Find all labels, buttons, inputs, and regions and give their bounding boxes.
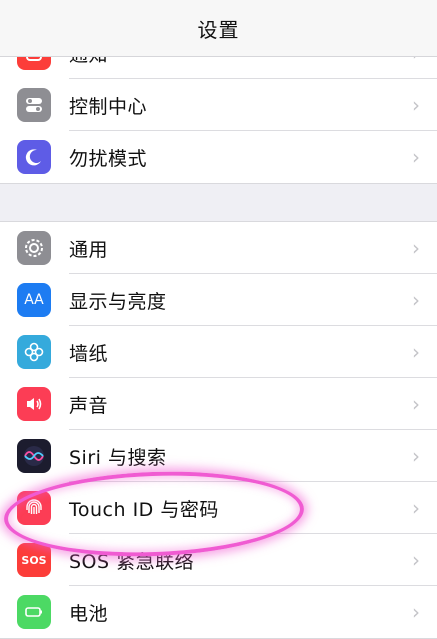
settings-row-touch-id[interactable]: Touch ID 与密码 ›: [0, 482, 437, 534]
chevron-right-icon: ›: [412, 288, 420, 312]
settings-row-control-center[interactable]: 控制中心 ›: [0, 79, 437, 131]
chevron-right-icon: ›: [412, 600, 420, 624]
settings-row-sounds[interactable]: 声音 ›: [0, 378, 437, 430]
gear-icon: [17, 231, 51, 265]
chevron-right-icon: ›: [412, 145, 420, 169]
chevron-right-icon: ›: [412, 236, 420, 260]
row-label: SOS 紧急联络: [69, 550, 195, 573]
settings-row-sos[interactable]: SOS SOS 紧急联络 ›: [0, 534, 437, 586]
page-title: 设置: [197, 17, 240, 42]
display-icon: AA: [17, 283, 51, 317]
navigation-bar: 设置: [0, 0, 437, 57]
settings-row-wallpaper[interactable]: 墙纸 ›: [0, 326, 437, 378]
row-label: 控制中心: [69, 95, 148, 118]
row-label: 通用: [69, 238, 109, 261]
row-label: 墙纸: [69, 342, 109, 365]
chevron-right-icon: ›: [412, 93, 420, 117]
chevron-right-icon: ›: [412, 340, 420, 364]
battery-icon: [17, 595, 51, 629]
row-label: Touch ID 与密码: [69, 498, 219, 521]
fingerprint-icon: [17, 491, 51, 525]
row-label: 声音: [69, 394, 109, 417]
sos-icon: SOS: [17, 543, 51, 577]
chevron-right-icon: ›: [412, 392, 420, 416]
chevron-right-icon: ›: [412, 444, 420, 468]
chevron-right-icon: ›: [412, 496, 420, 520]
settings-group-general: 通用 › AA 显示与亮度 › 墙纸 › 声音 › Siri 与搜索 › Tou…: [0, 221, 437, 639]
settings-row-general[interactable]: 通用 ›: [0, 222, 437, 274]
moon-icon: [17, 140, 51, 174]
settings-row-battery[interactable]: 电池 ›: [0, 586, 437, 638]
siri-icon: [17, 439, 51, 473]
settings-row-do-not-disturb[interactable]: 勿扰模式 ›: [0, 131, 437, 183]
settings-row-display[interactable]: AA 显示与亮度 ›: [0, 274, 437, 326]
row-label: 电池: [69, 602, 109, 625]
row-label: Siri 与搜索: [69, 446, 167, 469]
chevron-right-icon: ›: [412, 548, 420, 572]
display-icon-text: AA: [24, 292, 44, 308]
wallpaper-icon: [17, 335, 51, 369]
sos-icon-text: SOS: [21, 553, 47, 567]
row-label: 显示与亮度: [69, 290, 167, 313]
row-label: 勿扰模式: [69, 147, 148, 170]
control-center-icon: [17, 88, 51, 122]
settings-row-siri[interactable]: Siri 与搜索 ›: [0, 430, 437, 482]
speaker-icon: [17, 387, 51, 421]
